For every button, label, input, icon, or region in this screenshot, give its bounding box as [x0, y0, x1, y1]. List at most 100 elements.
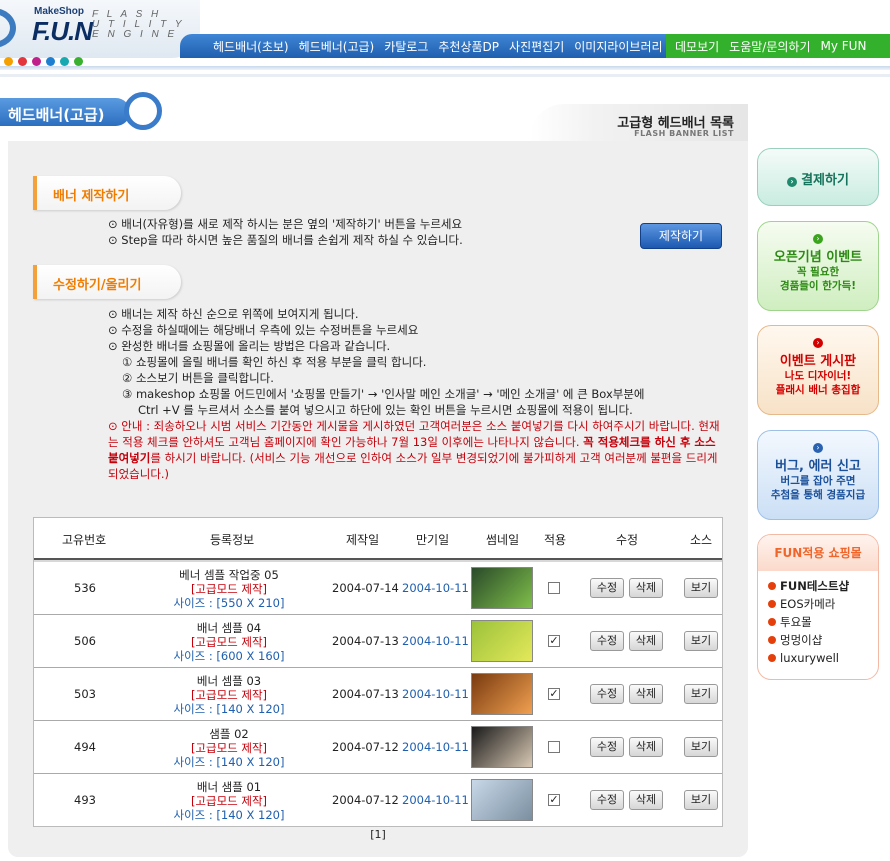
row-mode: [고급모드 제작]	[190, 582, 268, 596]
delete-button[interactable]: 삭제	[629, 631, 663, 651]
row-made-date: 2004-07-13	[332, 634, 399, 648]
row-thumbnail[interactable]	[471, 779, 533, 821]
row-made-date: 2004-07-13	[332, 687, 399, 701]
th-applied: 적용	[544, 533, 567, 547]
event-board-banner[interactable]: › 이벤트 게시판 나도 디자이너! 플래시 배너 총집합	[757, 325, 879, 415]
view-source-button[interactable]: 보기	[684, 790, 718, 810]
th-id: 고유번호	[62, 533, 107, 547]
pagination[interactable]: [1]	[0, 828, 756, 841]
row-thumbnail[interactable]	[471, 726, 533, 768]
th-source: 소스	[690, 533, 713, 547]
row-apply-checkbox[interactable]	[548, 741, 560, 753]
row-apply-checkbox[interactable]	[548, 582, 560, 594]
edit-section-tab: 수정하기/올리기	[33, 265, 181, 299]
make-line-2: ⊙ Step을 따라 하시면 높은 품질의 배너를 손쉽게 제작 하실 수 있습…	[108, 233, 463, 247]
row-info: 샘플 02 [고급모드 제작] 사이즈 : [140 X 120]	[164, 727, 294, 769]
delete-button[interactable]: 삭제	[629, 684, 663, 704]
logo[interactable]: MakeShop F.U.N F L A S H U T I L I T Y E…	[0, 0, 200, 58]
bug-report-sub-2: 추첨을 통해 경품지급	[770, 489, 866, 501]
view-source-button[interactable]: 보기	[684, 578, 718, 598]
row-info: 배너 샘플 01 [고급모드 제작] 사이즈 : [140 X 120]	[164, 780, 294, 822]
shop-link[interactable]: 멍멍이샵	[768, 631, 878, 649]
bullet-icon	[768, 582, 776, 590]
nav-image-library[interactable]: 이미지라이브러리	[569, 38, 667, 55]
row-name[interactable]: 샘플 02	[209, 727, 248, 741]
bullet-icon	[768, 654, 776, 662]
row-info: 베너 셈플 작업중 05 [고급모드 제작] 사이즈 : [550 X 210]	[164, 568, 294, 610]
bug-report-banner[interactable]: › 버그, 에러 신고 버그를 잡아 주면 추첨을 통해 경품지급	[757, 430, 879, 520]
dot-icon	[60, 57, 69, 66]
shop-link[interactable]: 투요몰	[768, 613, 878, 631]
dot-icon	[18, 57, 27, 66]
row-apply-checkbox[interactable]: ✓	[548, 688, 560, 700]
delete-button[interactable]: 삭제	[629, 790, 663, 810]
shop-link[interactable]: EOS카메라	[768, 595, 878, 613]
edit-button[interactable]: 수정	[590, 737, 624, 757]
shop-link[interactable]: luxurywell	[768, 649, 878, 667]
row-thumbnail[interactable]	[471, 567, 533, 609]
row-size: 사이즈 : [140 X 120]	[173, 702, 285, 716]
nav-head-banner-basic[interactable]: 헤드배너(초보)	[208, 38, 294, 55]
table-header: 고유번호 등록정보 제작일 만기일 썸네일 적용 수정 소스	[34, 518, 722, 560]
edit-button[interactable]: 수정	[590, 578, 624, 598]
nav-help[interactable]: 도움말/문의하기	[724, 38, 815, 55]
edit-button[interactable]: 수정	[590, 684, 624, 704]
row-apply-checkbox[interactable]: ✓	[548, 635, 560, 647]
row-size: 사이즈 : [550 X 210]	[173, 596, 285, 610]
row-name[interactable]: 베너 셈플 03	[197, 674, 261, 688]
row-expire-date: 2004-10-11	[402, 634, 469, 648]
view-source-button[interactable]: 보기	[684, 684, 718, 704]
row-name[interactable]: 배너 셈플 04	[197, 621, 261, 635]
view-source-button[interactable]: 보기	[684, 737, 718, 757]
row-thumbnail[interactable]	[471, 673, 533, 715]
bug-report-sub-1: 버그를 잡아 주면	[780, 475, 856, 487]
edit-step-1: ① 쇼핑몰에 올릴 배너를 확인 하신 후 적용 부분을 클릭 합니다.	[122, 355, 427, 369]
row-name[interactable]: 베너 셈플 작업중 05	[179, 568, 279, 582]
row-size: 사이즈 : [140 X 120]	[173, 808, 285, 822]
arrow-icon: ›	[813, 234, 823, 244]
th-expire: 만기일	[416, 533, 450, 547]
list-title: 고급형 헤드배너 목록 FLASH BANNER LIST	[530, 104, 748, 142]
row-mode: [고급모드 제작]	[190, 741, 268, 755]
nav-recommended-dp[interactable]: 추천상품DP	[433, 38, 504, 55]
main-nav: 헤드배너(초보) 헤드베너(고급) 카탈로그 추천상품DP 사진편집기 이미지라…	[180, 34, 890, 58]
circle-icon	[124, 92, 162, 130]
edit-line-3: ⊙ 완성한 배너를 쇼핑몰에 올리는 방법은 다음과 같습니다.	[108, 339, 391, 353]
fun-shops-title: FUN적용 쇼핑몰	[758, 535, 878, 571]
nav-photo-editor[interactable]: 사진편집기	[504, 38, 569, 55]
edit-button[interactable]: 수정	[590, 631, 624, 651]
view-source-button[interactable]: 보기	[684, 631, 718, 651]
nav-catalog[interactable]: 카탈로그	[379, 38, 433, 55]
edit-step-3-cont: Ctrl +V 를 누르셔서 소스를 붙여 넣으시고 하단에 있는 확인 버튼을…	[138, 403, 633, 417]
open-event-banner[interactable]: › 오픈기념 이벤트 꼭 필요한 경품들이 한가득!	[757, 221, 879, 311]
row-thumbnail[interactable]	[471, 620, 533, 662]
edit-button[interactable]: 수정	[590, 790, 624, 810]
arrow-icon: ›	[813, 443, 823, 453]
make-button[interactable]: 제작하기	[640, 223, 722, 249]
logo-fun: F.U.N	[32, 16, 93, 46]
pay-button[interactable]: › 결제하기	[757, 148, 879, 206]
page-title: 헤드배너(고급)	[8, 106, 105, 124]
nav-demo[interactable]: 데모보기	[670, 38, 724, 55]
event-board-sub-1: 나도 디자이너!	[784, 370, 852, 382]
row-name[interactable]: 배너 샘플 01	[197, 780, 261, 794]
row-id: 494	[74, 740, 96, 754]
table-row: 494 샘플 02 [고급모드 제작] 사이즈 : [140 X 120] 20…	[34, 721, 722, 774]
nav-green-group: 데모보기 도움말/문의하기 My FUN	[666, 34, 890, 58]
delete-button[interactable]: 삭제	[629, 578, 663, 598]
row-id: 536	[74, 581, 96, 595]
header: MakeShop F.U.N F L A S H U T I L I T Y E…	[0, 0, 890, 84]
row-apply-checkbox[interactable]: ✓	[548, 794, 560, 806]
row-id: 506	[74, 634, 96, 648]
shop-link[interactable]: FUN테스트샵	[768, 577, 878, 595]
nav-my-fun[interactable]: My FUN	[816, 39, 872, 53]
edit-step-2: ② 소스보기 버튼을 클릭합니다.	[122, 371, 274, 385]
delete-button[interactable]: 삭제	[629, 737, 663, 757]
dot-icon	[4, 57, 13, 66]
th-edit: 수정	[616, 533, 639, 547]
nav-head-banner-advanced[interactable]: 헤드베너(고급)	[294, 38, 380, 55]
row-expire-date: 2004-10-11	[402, 687, 469, 701]
table-body: 536 베너 셈플 작업중 05 [고급모드 제작] 사이즈 : [550 X …	[34, 560, 722, 826]
make-section-tab: 배너 제작하기	[33, 176, 181, 210]
dot-icon	[74, 57, 83, 66]
